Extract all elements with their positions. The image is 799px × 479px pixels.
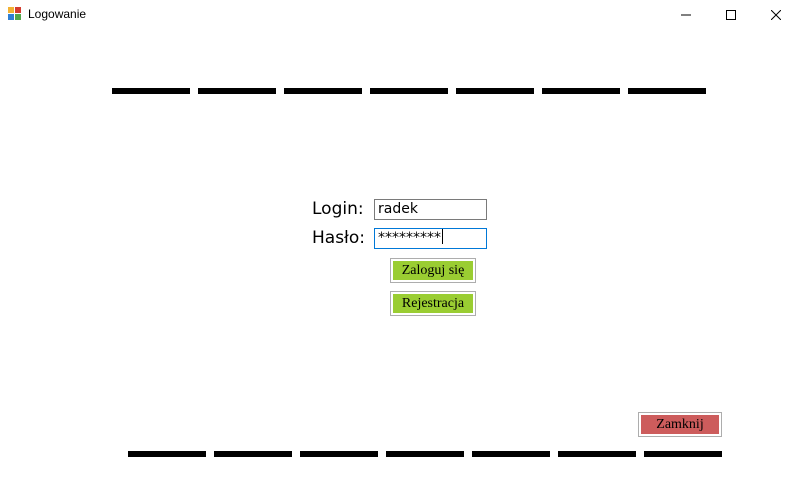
login-input-value: radek <box>378 201 418 217</box>
text-caret <box>442 229 443 244</box>
divider-dash <box>214 451 292 457</box>
app-icon[interactable] <box>8 7 22 21</box>
login-button-label: Zaloguj się <box>393 261 473 280</box>
divider-dash <box>472 451 550 457</box>
login-button[interactable]: Zaloguj się <box>390 258 476 283</box>
minimize-button[interactable] <box>663 0 709 30</box>
minimize-icon <box>681 14 691 16</box>
divider-dash <box>128 451 206 457</box>
close-window-button[interactable] <box>753 0 799 30</box>
close-button[interactable]: Zamknij <box>638 412 722 437</box>
maximize-button[interactable] <box>708 0 754 30</box>
divider-dash <box>300 451 378 457</box>
password-input-value: ********* <box>378 230 441 246</box>
divider-dash <box>112 88 190 94</box>
close-button-label: Zamknij <box>641 415 719 434</box>
register-button[interactable]: Rejestracja <box>390 291 476 316</box>
login-input[interactable]: radek <box>374 199 487 220</box>
divider-dash <box>644 451 722 457</box>
divider-dash <box>198 88 276 94</box>
title-bar[interactable]: Logowanie <box>0 0 799 30</box>
divider-dash <box>370 88 448 94</box>
divider-dash <box>456 88 534 94</box>
divider-dash <box>386 451 464 457</box>
divider-dash <box>542 88 620 94</box>
register-button-label: Rejestracja <box>393 294 473 313</box>
window-title: Logowanie <box>28 7 87 21</box>
divider-dash <box>284 88 362 94</box>
divider-dash <box>628 88 706 94</box>
password-label: Hasło: <box>312 228 366 248</box>
close-icon <box>771 10 781 20</box>
login-label: Login: <box>312 199 364 219</box>
divider-dash <box>558 451 636 457</box>
maximize-icon <box>726 10 736 20</box>
password-input[interactable]: ********* <box>374 228 487 249</box>
